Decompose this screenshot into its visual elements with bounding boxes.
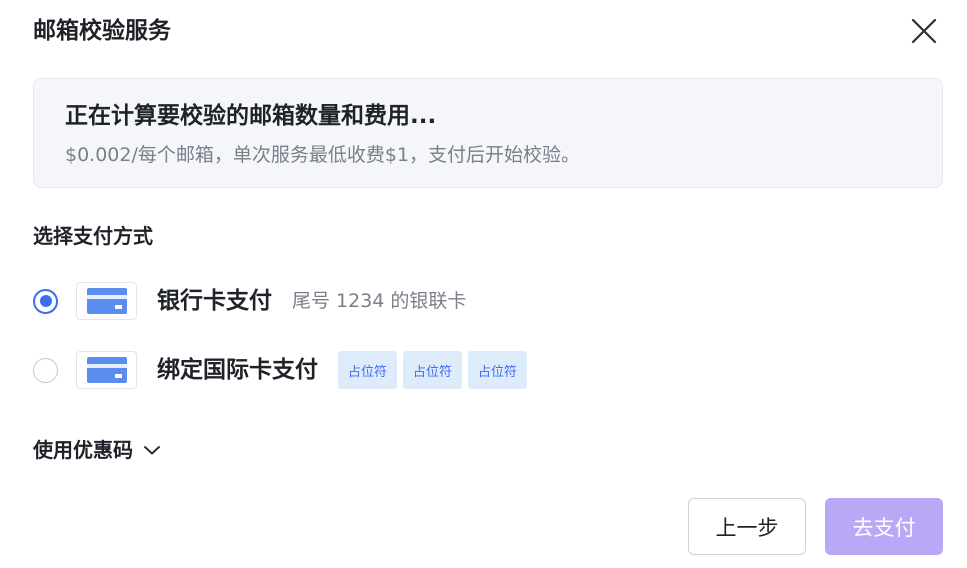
placeholder-tag: 占位符 (338, 351, 398, 389)
payment-option-bank-card[interactable]: 银行卡支付 尾号 1234 的银联卡 (33, 281, 466, 321)
info-title: 正在计算要校验的邮箱数量和费用... (65, 103, 437, 129)
international-card-icon-box (76, 351, 137, 389)
radio-international-card[interactable] (33, 357, 58, 383)
coupon-label: 使用优惠码 (33, 438, 133, 462)
payment-option-international-card[interactable]: 绑定国际卡支付 占位符 占位符 占位符 (33, 350, 528, 390)
close-icon (911, 18, 937, 44)
go-pay-button[interactable]: 去支付 (825, 498, 943, 555)
bank-card-detail: 尾号 1234 的银联卡 (292, 290, 467, 312)
international-card-label: 绑定国际卡支付 (157, 357, 318, 383)
credit-card-icon (86, 357, 127, 383)
previous-step-button[interactable]: 上一步 (688, 498, 806, 555)
placeholder-tag: 占位符 (468, 351, 528, 389)
credit-card-icon (86, 288, 127, 314)
info-description: $0.002/每个邮箱，单次服务最低收费$1，支付后开始校验。 (65, 144, 581, 166)
payment-section-label: 选择支付方式 (33, 224, 153, 248)
radio-bank-card[interactable] (33, 288, 58, 314)
chevron-down-icon (143, 444, 161, 456)
close-button[interactable] (905, 12, 943, 50)
bank-card-icon-box (76, 282, 137, 320)
placeholder-tag: 占位符 (403, 351, 463, 389)
dialog-title: 邮箱校验服务 (33, 18, 171, 44)
coupon-toggle[interactable]: 使用优惠码 (33, 436, 161, 464)
bank-card-label: 银行卡支付 (157, 288, 272, 314)
info-box: 正在计算要校验的邮箱数量和费用... $0.002/每个邮箱，单次服务最低收费$… (33, 78, 943, 188)
